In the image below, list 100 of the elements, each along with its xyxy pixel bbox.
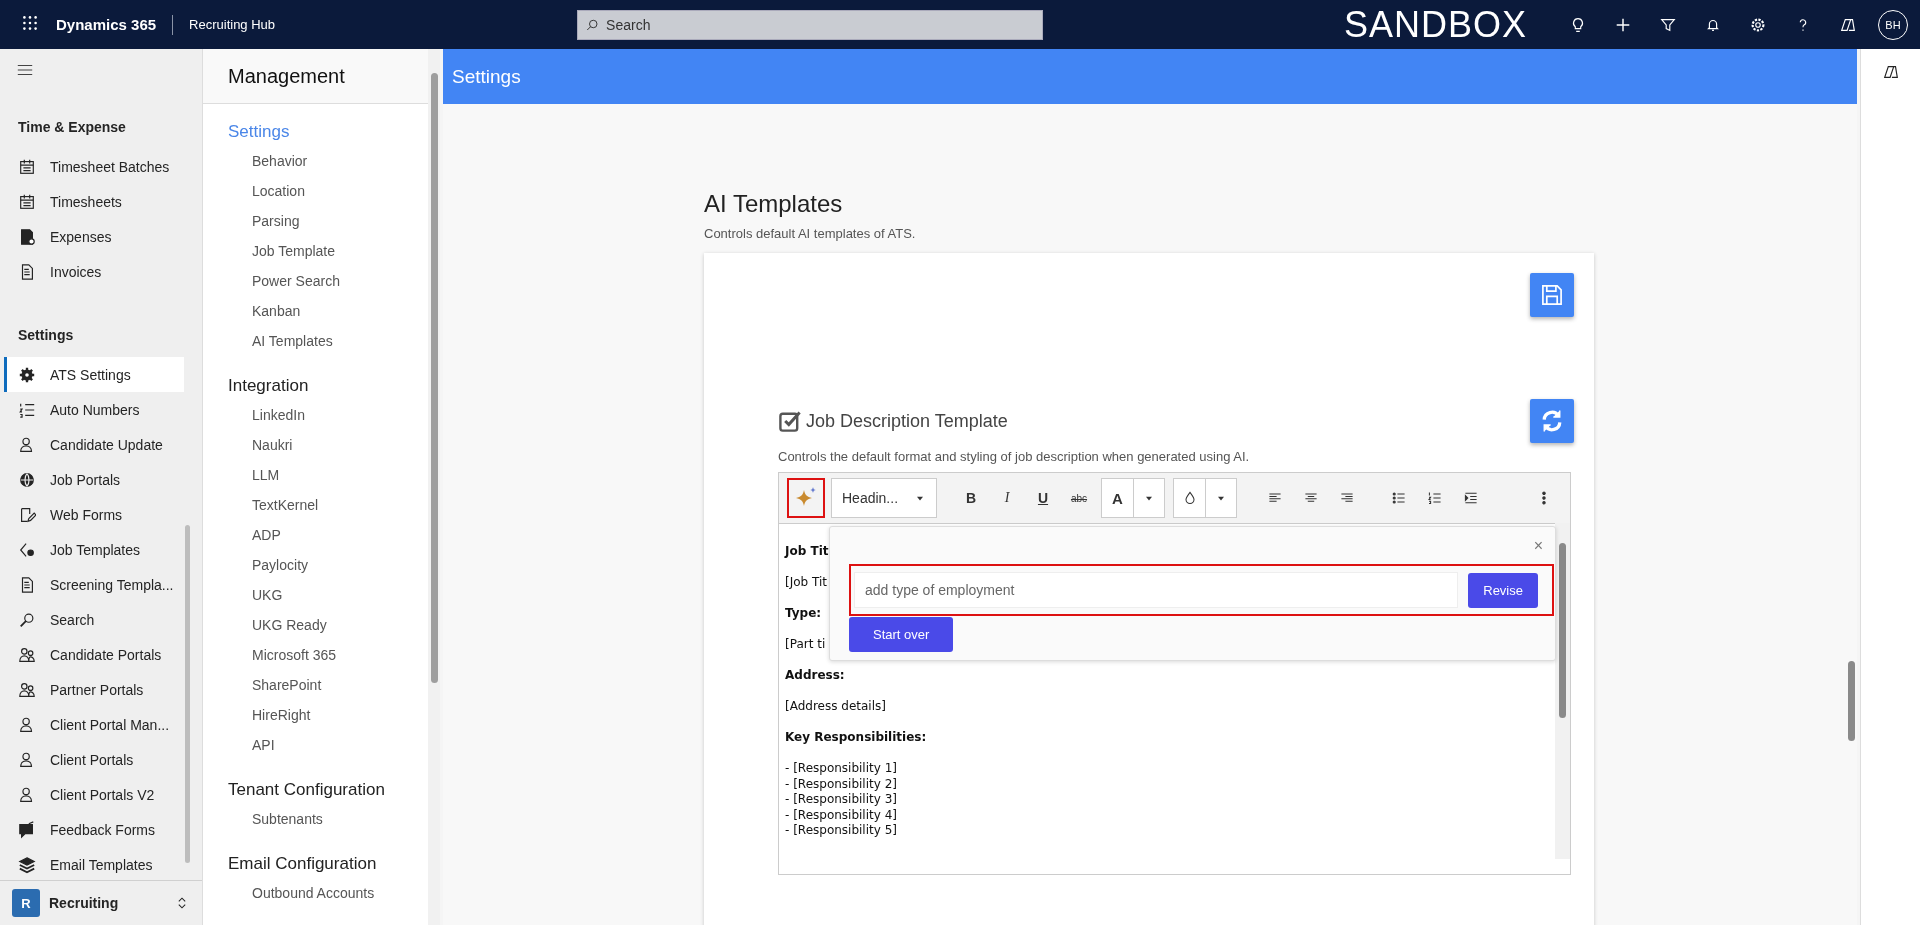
scrollbar-thumb[interactable] [185,525,190,863]
settings-link[interactable]: Outbound Accounts [252,885,375,901]
settings-link[interactable]: Paylocity [252,557,309,573]
save-button[interactable] [1530,273,1574,317]
nav-item[interactable]: Job Templates [4,532,184,567]
section-title[interactable]: Email Configuration [228,854,377,874]
italic-button[interactable]: I [989,480,1025,516]
settings-link[interactable]: ADP [252,527,281,543]
settings-link[interactable]: SharePoint [252,677,322,693]
settings-link[interactable]: LLM [252,467,280,483]
close-button[interactable]: × [1533,537,1543,555]
section-heading: Address: [785,668,845,683]
template-title: Job Description Template [806,410,1009,432]
section-title[interactable]: Tenant Configuration [228,780,385,800]
nav-item[interactable]: Candidate Update [4,427,184,462]
numbered-list-icon [1427,490,1443,506]
nav-item[interactable]: Job Portals [4,462,184,497]
nav-item[interactable]: Email Templates [4,847,184,880]
area-label: Recruiting [49,895,120,911]
font-color-button[interactable]: A [1102,479,1133,517]
nav-item[interactable]: Search [4,602,184,637]
save-icon [1539,282,1565,308]
nav-item[interactable]: Auto Numbers [4,392,184,427]
settings-link[interactable]: UKG [252,587,283,603]
rich-text-editor[interactable] [778,472,1571,875]
nav-item[interactable]: Timesheet Batches [4,149,184,184]
scrollbar-thumb[interactable] [1848,661,1855,741]
list-line: - [Responsibility 2] [785,776,897,792]
content-title: AI Templates [704,190,844,218]
section-heading: Job Tit [785,544,829,559]
gear-icon [18,365,36,384]
list-line: - [Responsibility 3] [785,792,897,808]
settings-link[interactable]: Naukri [252,437,293,453]
list-line: - [Responsibility 4] [785,807,897,823]
nav-item[interactable]: Partner Portals [4,672,184,707]
people-icon [18,680,36,699]
nav-item[interactable]: Web Forms [4,497,184,532]
nav-item[interactable]: Client Portal Man... [4,707,184,742]
panel-title: Management [203,49,430,104]
section-heading: Key Responsibilities: [785,730,927,745]
settings-link[interactable]: Job Template [252,243,335,259]
search-field[interactable]: Search [577,9,1044,40]
heading-dropdown[interactable]: Headin... [831,478,937,518]
prompt-field[interactable]: add type of employment [854,572,1459,608]
settings-link[interactable]: Kanban [252,303,301,319]
ai-button[interactable] [787,478,825,518]
section-title[interactable]: Settings [228,122,290,142]
scrollbar-thumb[interactable] [431,73,438,683]
nav-item[interactable]: Feedback Forms [4,812,184,847]
calendar-icon [18,192,36,211]
nav-item[interactable]: Invoices [4,254,184,289]
settings-link[interactable]: Power Search [252,273,340,289]
section-title[interactable]: Integration [228,376,309,396]
settings-link[interactable]: API [252,737,275,753]
settings-link[interactable]: LinkedIn [252,407,305,423]
layers-icon [18,855,36,874]
settings-link[interactable]: Microsoft 365 [252,647,337,663]
placeholder-text: [Job Tit [785,575,827,590]
settings-link[interactable]: UKG Ready [252,617,327,633]
calendar-icon [18,157,36,176]
nav-group-title: Settings [17,327,75,343]
bold-button[interactable]: B [953,480,989,516]
strikethrough-button[interactable]: abc [1061,480,1097,516]
area-name: Recruiting Hub [189,17,277,32]
nav-item[interactable]: Expenses [4,219,184,254]
nav-item[interactable]: Screening Templa... [4,567,184,602]
nav-item[interactable]: ATS Settings [4,357,184,392]
search-icon [585,17,601,33]
start-over-button[interactable]: Start over [849,617,954,652]
app-name[interactable]: Dynamics 365 [56,16,157,33]
placeholder-text: [Address details] [785,699,886,714]
revise-button[interactable]: Revise [1468,572,1538,608]
settings-link[interactable]: Subtenants [252,811,323,827]
area-badge: R [12,889,40,917]
area-switcher[interactable]: R Recruiting [0,880,202,925]
list-line: - [Responsibility 1] [785,761,897,777]
nav-item[interactable]: Client Portals V2 [4,777,184,812]
scrollbar-thumb[interactable] [1559,543,1566,718]
content-subtitle: Controls default AI templates of ATS. [704,226,917,241]
settings-link[interactable]: Parsing [252,213,300,229]
settings-link[interactable]: Location [252,183,305,199]
checkbox[interactable] [778,409,802,433]
edit-icon [18,505,36,524]
settings-link[interactable]: Behavior [252,153,308,169]
list-line: - [Responsibility 5] [785,823,897,839]
settings-link[interactable]: TextKernel [252,497,319,513]
template-description: Controls the default format and styling of job description when generated using AI. [778,449,1251,464]
placeholder-text: [Part ti [785,637,826,652]
people-icon [18,645,36,664]
settings-link[interactable]: HireRight [252,707,311,723]
nav-group-title: Time & Expense [17,119,127,135]
indent-icon [1463,490,1479,506]
underline-button[interactable]: U [1025,480,1061,516]
bullet-list-icon [1391,490,1407,506]
refresh-button[interactable] [1530,399,1574,443]
nav-item[interactable]: Timesheets [4,184,184,219]
nav-item[interactable]: Client Portals [4,742,184,777]
globe-icon [18,470,36,489]
nav-item[interactable]: Candidate Portals [4,637,184,672]
settings-link[interactable]: AI Templates [252,333,333,349]
